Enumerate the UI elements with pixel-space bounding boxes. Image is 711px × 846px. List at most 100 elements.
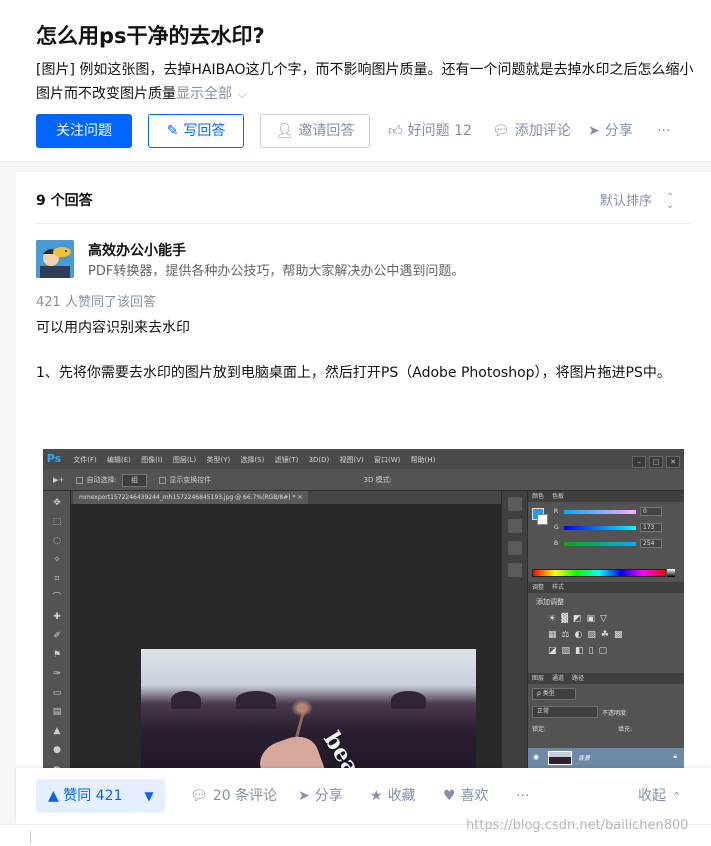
move-tool-icon: ▶+ [53, 476, 65, 484]
answer-paragraph: 可以用内容识别来去水印 [36, 320, 190, 336]
ps-menu-item: 图像(I) [141, 456, 163, 464]
ps-canvas: beautiful [71, 504, 501, 779]
pencil-icon: ✎ [166, 123, 179, 139]
lock-icon: 🔒︎ [673, 752, 677, 760]
photoshop-screenshot: Ps 文件(F) 编辑(E) 图像(I) 图层(L) 类型(Y) 选择(S) 滤… [43, 449, 684, 779]
share-answer-label: 分享 [314, 788, 343, 804]
author-name[interactable]: 高效办公小能手 [88, 240, 186, 260]
ps-photo-tree [236, 691, 276, 709]
eraser-tool-icon: ▭ [52, 688, 62, 698]
ps-photo-tree [171, 691, 201, 709]
ps-b-label: B [554, 540, 559, 547]
ps-blend-mode: 正常 [532, 706, 598, 718]
write-answer-label: 写回答 [183, 123, 226, 139]
answer-count: 9 个回答 [36, 193, 93, 209]
comments-button[interactable]: 💬︎ 20 条评论 [190, 779, 277, 813]
ps-adjust-tab: 调整 [532, 584, 545, 591]
invite-answer-label: 邀请回答 [298, 123, 355, 139]
like-button[interactable]: ♥ 喜欢 [443, 779, 489, 813]
answer-action-bar: ▲ 赞同 421 ▼ 💬︎ 20 条评论 ➤ 分享 ★ 收藏 ♥ 喜欢 ··· 收起 ⌃ [16, 768, 711, 824]
marquee-tool-icon: ⬚ [52, 517, 62, 527]
heart-icon: ♥ [443, 788, 456, 804]
ps-menu-item: 视图(V) [339, 456, 364, 464]
lasso-tool-icon: ◌ [53, 536, 61, 546]
collect-button[interactable]: ★ 收藏 [370, 779, 416, 813]
ps-menu-item: 3D(D) [308, 456, 330, 464]
ps-auto-select-label: 自动选择: [86, 476, 117, 484]
ps-panel-icon [508, 563, 522, 577]
question-title: 怎么用ps干净的去水印? [36, 24, 265, 48]
question-description-text: [图片] 例如这张图，去掉HAIBAO这几个字，而不影响图片质量。还有一个问题就… [36, 62, 694, 102]
divider [36, 223, 691, 224]
invite-answer-button[interactable]: 👤︎ 邀请回答 [260, 114, 370, 148]
ps-doc-tab: mmexport1572246439244_mh1572246845193.jp… [73, 491, 309, 504]
downvote-button[interactable]: ▼ [133, 779, 165, 813]
add-comment-button[interactable]: 💬︎ 添加评论 [492, 114, 571, 148]
magic-wand-icon: ✧ [53, 555, 61, 565]
share-question-label: 分享 [604, 123, 633, 139]
dodge-tool-icon: ● [53, 745, 61, 755]
ps-layer-name: 背景 [578, 755, 591, 762]
ps-paths-tab: 路径 [572, 675, 585, 682]
ps-menu-bar: Ps 文件(F) 编辑(E) 图像(I) 图层(L) 类型(Y) 选择(S) 滤… [43, 449, 684, 469]
sort-toggle-icon: ⌃ ⌄ [666, 191, 675, 211]
ps-background-swatch [537, 514, 548, 525]
ps-layer-thumbnail [548, 751, 572, 765]
star-icon: ★ [370, 788, 383, 804]
ps-color-tab: 颜色 [532, 493, 545, 500]
crop-tool-icon: ⌗ [54, 574, 60, 584]
ps-panel-icon [508, 519, 522, 533]
ps-opacity-label: 不透明度: [602, 710, 629, 717]
chevron-down-icon[interactable]: ⌵ [238, 88, 246, 101]
ps-logo: Ps [46, 452, 62, 465]
answers-card: 9 个回答 默认排序 ⌃ ⌄ 高效办公小能手 PDF转换器，提供各种办公技巧，帮助大… [16, 172, 711, 846]
ps-options-bar: ▶+ 自动选择: 组 显示变换控件 3D 模式: [43, 469, 684, 491]
write-answer-button[interactable]: ✎ 写回答 [148, 114, 244, 148]
ps-3d-mode-label: 3D 模式: [363, 476, 392, 484]
ps-g-value: 173 [640, 523, 662, 532]
chevron-up-icon: ⌃ [672, 790, 682, 803]
ps-layers-tab: 图层 [532, 675, 545, 682]
good-question-button[interactable]: 👍︎ 好问题 12 [388, 114, 472, 148]
checkbox-icon [76, 476, 84, 484]
collapse-button[interactable]: 收起 ⌃ [638, 779, 681, 813]
sort-dropdown[interactable]: 默认排序 ⌃ ⌄ [600, 190, 674, 210]
comment-icon: 💬︎ [190, 788, 208, 804]
ps-swatch-tab: 色板 [552, 493, 565, 500]
avatar[interactable] [36, 240, 74, 278]
ps-g-label: G [554, 524, 559, 531]
author-headline: PDF转换器，提供各种办公技巧，帮助大家解决办公中遇到问题。 [88, 264, 465, 279]
ps-style-tab: 样式 [552, 584, 565, 591]
comments-label: 20 条评论 [212, 788, 278, 804]
question-header: 怎么用ps干净的去水印? [图片] 例如这张图，去掉HAIBAO这几个字，而不影… [0, 0, 711, 162]
ps-menu-item: 图层(L) [172, 456, 197, 464]
ps-auto-select-value: 组 [122, 474, 148, 487]
upvote-button[interactable]: ▲ 赞同 421 [36, 779, 135, 813]
more-options-button[interactable]: ··· [657, 114, 670, 148]
comment-icon: 💬︎ [492, 123, 510, 139]
more-actions-button[interactable]: ··· [516, 779, 529, 813]
show-all-link[interactable]: 显示全部 [176, 86, 232, 102]
csdn-watermark: https://blog.csdn.net/bailichen800 [466, 818, 689, 833]
share-answer-button[interactable]: ➤ 分享 [298, 779, 343, 813]
ps-color-spectrum [667, 569, 675, 577]
ps-menu-item: 窗口(W) [374, 456, 401, 464]
history-brush-icon: ✑ [53, 669, 61, 679]
blur-tool-icon: ▲ [53, 726, 61, 736]
ps-menu-item: 滤镜(T) [274, 456, 299, 464]
ps-menu-item: 文件(F) [73, 456, 97, 464]
move-tool-icon: ✥ [53, 498, 61, 508]
ps-menu-item: 帮助(H) [410, 456, 436, 464]
sort-label: 默认排序 [600, 194, 653, 209]
ps-layers-panel-header: 图层 通道 路径 [528, 673, 684, 684]
question-description: [图片] 例如这张图，去掉HAIBAO这几个字，而不影响图片质量。还有一个问题就… [36, 58, 696, 107]
follow-question-button[interactable]: 关注问题 [36, 114, 132, 148]
ps-add-adjust-label: 添加调整 [536, 598, 564, 606]
share-question-button[interactable]: ➤ 分享 [588, 114, 633, 148]
ps-panel-strip [501, 491, 527, 779]
ps-menu-item: 选择(S) [240, 456, 265, 464]
ps-r-value: 0 [640, 507, 662, 516]
close-icon: ✕ [666, 456, 680, 468]
add-comment-label: 添加评论 [514, 123, 571, 139]
ps-fill-label: 填充: [618, 726, 633, 733]
